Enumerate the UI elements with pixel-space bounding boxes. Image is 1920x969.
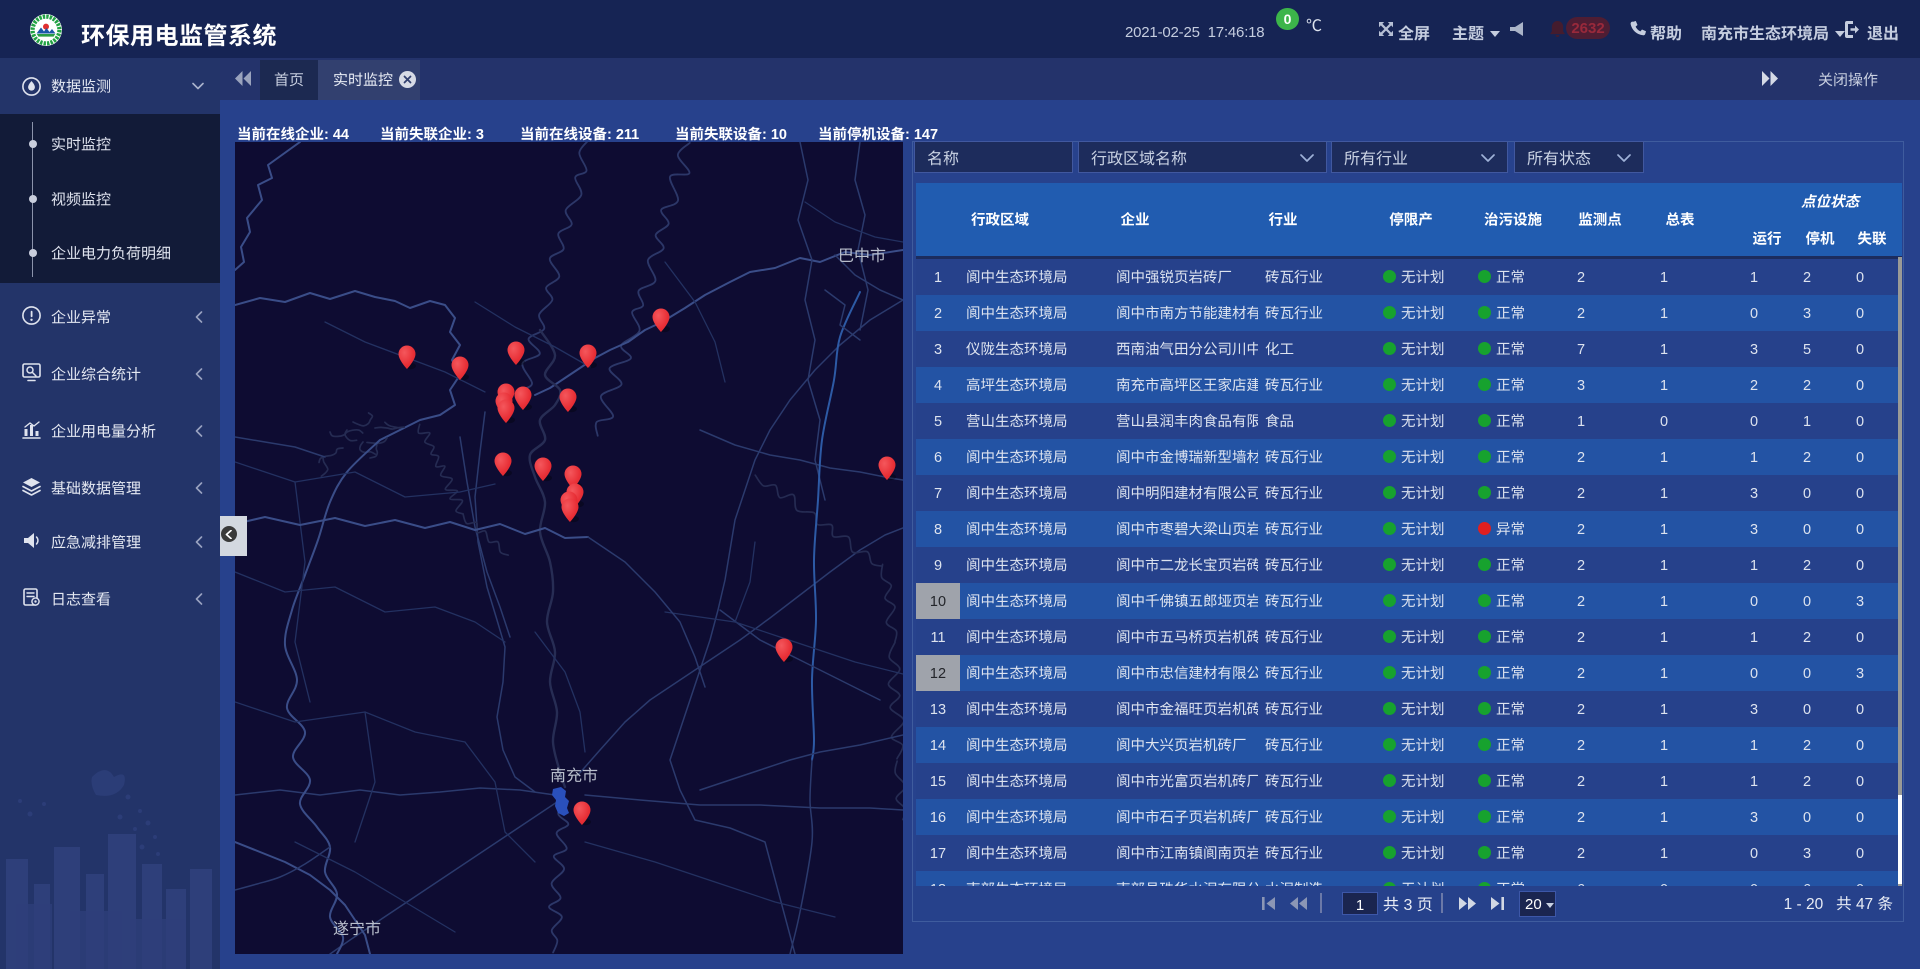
svg-text:遂宁市: 遂宁市 [333, 915, 381, 939]
svg-text:南充市: 南充市 [550, 762, 598, 786]
svg-text:巴中市: 巴中市 [838, 242, 886, 266]
